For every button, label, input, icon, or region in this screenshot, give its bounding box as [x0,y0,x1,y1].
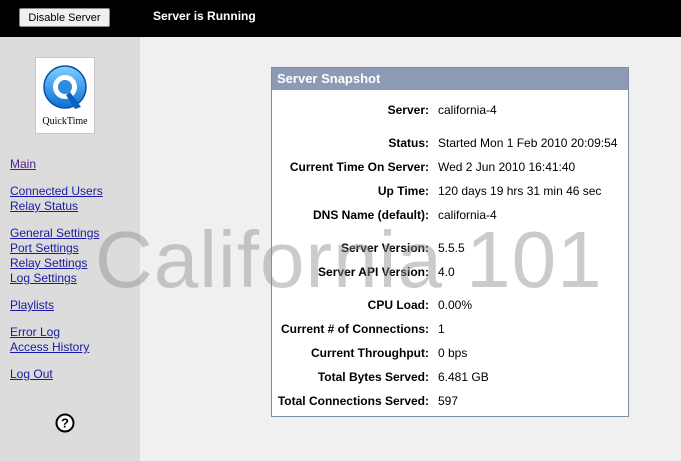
nav-error-log-link[interactable]: Error Log [10,325,60,339]
dns-name-value: california-4 [438,208,497,222]
server-version-value: 5.5.5 [438,241,465,255]
quicktime-logo: QuickTime [35,57,95,134]
total-bytes-label: Total Bytes Served: [317,370,429,384]
quicktime-logo-icon [43,65,87,109]
nav-connected-users-link[interactable]: Connected Users [10,184,103,198]
up-time-label: Up Time: [377,184,429,198]
nav-access-history-link[interactable]: Access History [10,340,89,354]
nav-port-settings-link[interactable]: Port Settings [10,241,79,255]
server-status-text: Server is Running [153,9,256,23]
server-api-version-value: 4.0 [438,265,455,279]
help-icon[interactable]: ? [55,413,75,433]
throughput-label: Current Throughput: [311,346,429,360]
panel-title: Server Snapshot [272,68,628,90]
svg-text:?: ? [61,416,69,431]
nav-log-settings-link[interactable]: Log Settings [10,271,77,285]
total-connections-value: 597 [438,394,459,408]
server-snapshot-panel: Server Snapshot Server: california-4 Sta… [271,67,629,417]
status-value: Started Mon 1 Feb 2010 20:09:54 [438,136,618,150]
nav-relay-status-link[interactable]: Relay Status [10,199,78,213]
logo-text: QuickTime [42,116,88,127]
nav-general-settings-link[interactable]: General Settings [10,226,99,240]
server-label: Server: [387,103,429,117]
nav-log-out-link[interactable]: Log Out [10,367,53,381]
server-value: california-4 [438,103,497,117]
connections-value: 1 [438,322,445,336]
nav-relay-settings-link[interactable]: Relay Settings [10,256,87,270]
top-bar: Disable Server Server is Running [0,0,681,37]
cpu-load-value: 0.00% [438,298,473,312]
connections-label: Current # of Connections: [280,322,429,336]
server-version-label: Server Version: [340,241,429,255]
cpu-load-label: CPU Load: [367,298,429,312]
nav-main-link[interactable]: Main [10,157,36,171]
current-time-label: Current Time On Server: [289,160,429,174]
nav-playlists-link[interactable]: Playlists [10,298,54,312]
status-label: Status: [388,136,429,150]
disable-server-button[interactable]: Disable Server [19,8,110,27]
dns-name-label: DNS Name (default): [312,208,429,222]
current-time-value: Wed 2 Jun 2010 16:41:40 [438,160,576,174]
total-bytes-value: 6.481 GB [438,370,489,384]
server-api-version-label: Server API Version: [318,265,429,279]
up-time-value: 120 days 19 hrs 31 min 46 sec [438,184,602,198]
total-connections-label: Total Connections Served: [277,394,429,408]
throughput-value: 0 bps [438,346,468,360]
